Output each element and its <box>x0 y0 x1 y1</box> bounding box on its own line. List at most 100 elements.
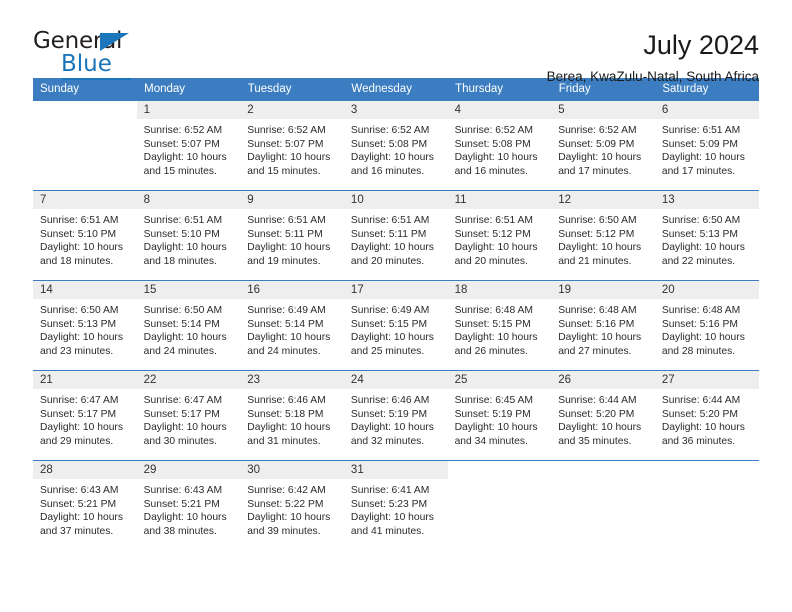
calendar-day-cell[interactable]: 15 Sunrise: 6:50 AM Sunset: 5:14 PM Dayligh… <box>136 280 241 371</box>
daylight-text: Daylight: 10 hours and 18 minutes. <box>40 242 123 267</box>
daylight-text: Daylight: 10 hours and 15 minutes. <box>247 152 331 177</box>
sunrise-text: Sunrise: 6:46 AM <box>247 395 326 406</box>
day-number: 4 <box>447 101 552 119</box>
calendar-day-cell[interactable]: 3 Sunrise: 6:52 AM Sunset: 5:08 PM Daylight… <box>343 100 448 191</box>
sunrise-text: Sunrise: 6:45 AM <box>454 395 533 406</box>
calendar-day-cell[interactable]: 14 Sunrise: 6:50 AM Sunset: 5:13 PM Dayligh… <box>33 280 137 371</box>
sunset-text: Sunset: 5:07 PM <box>143 138 220 150</box>
weekday-header-monday: Monday <box>136 78 241 101</box>
calendar-day-cell[interactable]: 6 Sunrise: 6:51 AM Sunset: 5:09 PM Daylight… <box>654 100 759 191</box>
sunrise-text: Sunrise: 6:52 AM <box>143 125 223 136</box>
calendar-week-row: 28 Sunrise: 6:43 AM Sunset: 5:21 PM Dayligh… <box>33 460 759 550</box>
calendar-day-cell[interactable]: 1 Sunrise: 6:52 AM Sunset: 5:07 PM Daylight… <box>136 100 241 191</box>
calendar-day-cell[interactable]: 8 Sunrise: 6:51 AM Sunset: 5:10 PM Daylight… <box>136 190 241 281</box>
sunset-text: Sunset: 5:16 PM <box>558 318 635 330</box>
calendar-cell-empty <box>551 460 655 550</box>
day-number: 2 <box>240 101 344 119</box>
day-details: Sunrise: 6:45 AM Sunset: 5:19 PM Daylight:… <box>448 389 552 448</box>
sunset-text: Sunset: 5:09 PM <box>661 138 738 150</box>
sunrise-text: Sunrise: 6:49 AM <box>350 305 430 316</box>
generalblue-logo[interactable]: General Blue <box>33 28 163 80</box>
calendar-day-cell[interactable]: 25 Sunrise: 6:45 AM Sunset: 5:19 PM Dayligh… <box>447 370 552 461</box>
day-number: 6 <box>654 101 759 119</box>
calendar-day-cell[interactable]: 23 Sunrise: 6:46 AM Sunset: 5:18 PM Dayligh… <box>240 370 344 461</box>
daylight-text: Daylight: 10 hours and 25 minutes. <box>350 332 434 357</box>
day-number: 5 <box>551 101 655 119</box>
sunset-text: Sunset: 5:14 PM <box>143 318 220 330</box>
calendar-day-cell[interactable]: 19 Sunrise: 6:48 AM Sunset: 5:16 PM Dayligh… <box>551 280 655 371</box>
calendar-day-cell[interactable]: 26 Sunrise: 6:44 AM Sunset: 5:20 PM Dayligh… <box>551 370 655 461</box>
day-details: Sunrise: 6:48 AM Sunset: 5:16 PM Daylight:… <box>655 299 759 358</box>
page-title: July 2024 <box>643 30 759 60</box>
calendar-day-cell[interactable]: 16 Sunrise: 6:49 AM Sunset: 5:14 PM Dayligh… <box>240 280 344 371</box>
calendar-week-row: 14 Sunrise: 6:50 AM Sunset: 5:13 PM Dayligh… <box>33 280 759 371</box>
sunrise-text: Sunrise: 6:50 AM <box>558 215 637 226</box>
calendar-day-cell[interactable]: 4 Sunrise: 6:52 AM Sunset: 5:08 PM Daylight… <box>447 100 552 191</box>
sunset-text: Sunset: 5:18 PM <box>247 408 324 420</box>
sunset-text: Sunset: 5:19 PM <box>454 408 531 420</box>
calendar-day-cell[interactable]: 28 Sunrise: 6:43 AM Sunset: 5:21 PM Dayligh… <box>33 460 137 550</box>
sunrise-text: Sunrise: 6:50 AM <box>143 305 223 316</box>
calendar-day-cell[interactable]: 29 Sunrise: 6:43 AM Sunset: 5:21 PM Dayligh… <box>136 460 241 550</box>
sunset-text: Sunset: 5:10 PM <box>143 228 220 240</box>
calendar-day-cell[interactable]: 11 Sunrise: 6:51 AM Sunset: 5:12 PM Dayligh… <box>447 190 552 281</box>
day-number: 25 <box>447 371 552 389</box>
day-details: Sunrise: 6:51 AM Sunset: 5:11 PM Daylight:… <box>240 209 344 268</box>
sunset-text: Sunset: 5:16 PM <box>661 318 738 330</box>
daylight-text: Daylight: 10 hours and 31 minutes. <box>247 422 331 447</box>
daylight-text: Daylight: 10 hours and 15 minutes. <box>143 152 227 177</box>
daylight-text: Daylight: 10 hours and 19 minutes. <box>247 242 331 267</box>
calendar-week-row: 1 Sunrise: 6:52 AM Sunset: 5:07 PM Daylight… <box>33 100 759 191</box>
calendar-day-cell[interactable]: 24 Sunrise: 6:46 AM Sunset: 5:19 PM Dayligh… <box>343 370 448 461</box>
calendar-day-cell[interactable]: 22 Sunrise: 6:47 AM Sunset: 5:17 PM Dayligh… <box>136 370 241 461</box>
day-details: Sunrise: 6:52 AM Sunset: 5:07 PM Daylight:… <box>137 119 241 178</box>
daylight-text: Daylight: 10 hours and 18 minutes. <box>143 242 227 267</box>
sunset-text: Sunset: 5:13 PM <box>661 228 738 240</box>
calendar-day-cell[interactable]: 7 Sunrise: 6:51 AM Sunset: 5:10 PM Daylight… <box>33 190 137 281</box>
page-subtitle: Berea, KwaZulu-Natal, South Africa <box>546 69 759 85</box>
calendar-day-cell[interactable]: 10 Sunrise: 6:51 AM Sunset: 5:11 PM Dayligh… <box>343 190 448 281</box>
daylight-text: Daylight: 10 hours and 24 minutes. <box>247 332 331 357</box>
day-details: Sunrise: 6:43 AM Sunset: 5:21 PM Daylight:… <box>137 479 241 538</box>
weekday-header-tuesday: Tuesday <box>240 78 345 101</box>
calendar-day-cell[interactable]: 30 Sunrise: 6:42 AM Sunset: 5:22 PM Dayligh… <box>240 460 344 550</box>
day-number: 19 <box>551 281 655 299</box>
daylight-text: Daylight: 10 hours and 21 minutes. <box>558 242 642 267</box>
day-details: Sunrise: 6:52 AM Sunset: 5:08 PM Daylight:… <box>448 119 552 178</box>
day-number <box>447 461 552 479</box>
calendar-day-cell[interactable]: 20 Sunrise: 6:48 AM Sunset: 5:16 PM Dayligh… <box>654 280 759 371</box>
calendar-day-cell[interactable]: 12 Sunrise: 6:50 AM Sunset: 5:12 PM Dayligh… <box>551 190 655 281</box>
calendar-day-cell[interactable]: 5 Sunrise: 6:52 AM Sunset: 5:09 PM Daylight… <box>551 100 655 191</box>
sunrise-text: Sunrise: 6:41 AM <box>350 485 430 496</box>
calendar-day-cell[interactable]: 9 Sunrise: 6:51 AM Sunset: 5:11 PM Daylight… <box>240 190 344 281</box>
calendar-day-cell[interactable]: 13 Sunrise: 6:50 AM Sunset: 5:13 PM Dayligh… <box>654 190 759 281</box>
calendar-day-cell[interactable]: 18 Sunrise: 6:48 AM Sunset: 5:15 PM Dayligh… <box>447 280 552 371</box>
sunrise-text: Sunrise: 6:52 AM <box>350 125 430 136</box>
sunrise-text: Sunrise: 6:49 AM <box>247 305 326 316</box>
day-number: 3 <box>343 101 448 119</box>
daylight-text: Daylight: 10 hours and 17 minutes. <box>661 152 745 177</box>
calendar-day-cell[interactable]: 31 Sunrise: 6:41 AM Sunset: 5:23 PM Dayligh… <box>343 460 448 550</box>
calendar-cell-empty <box>33 100 137 191</box>
calendar-day-cell[interactable]: 17 Sunrise: 6:49 AM Sunset: 5:15 PM Dayligh… <box>343 280 448 371</box>
sunrise-text: Sunrise: 6:52 AM <box>558 125 637 136</box>
day-number: 1 <box>136 101 241 119</box>
calendar-day-cell[interactable]: 27 Sunrise: 6:44 AM Sunset: 5:20 PM Dayligh… <box>654 370 759 461</box>
logo-text-blue: Blue <box>61 51 112 77</box>
sunrise-text: Sunrise: 6:51 AM <box>661 125 741 136</box>
day-details: Sunrise: 6:49 AM Sunset: 5:14 PM Daylight:… <box>240 299 344 358</box>
calendar-day-cell[interactable]: 2 Sunrise: 6:52 AM Sunset: 5:07 PM Daylight… <box>240 100 344 191</box>
sunset-text: Sunset: 5:13 PM <box>40 318 117 330</box>
sunset-text: Sunset: 5:21 PM <box>40 498 117 510</box>
sunset-text: Sunset: 5:19 PM <box>350 408 428 420</box>
sunset-text: Sunset: 5:08 PM <box>350 138 428 150</box>
day-number: 31 <box>343 461 448 479</box>
day-details: Sunrise: 6:52 AM Sunset: 5:07 PM Daylight:… <box>240 119 344 178</box>
day-number: 20 <box>654 281 759 299</box>
sunrise-text: Sunrise: 6:46 AM <box>350 395 430 406</box>
calendar-body: 1 Sunrise: 6:52 AM Sunset: 5:07 PM Daylight… <box>33 100 759 550</box>
calendar-day-cell[interactable]: 21 Sunrise: 6:47 AM Sunset: 5:17 PM Dayligh… <box>33 370 137 461</box>
daylight-text: Daylight: 10 hours and 20 minutes. <box>454 242 538 267</box>
sunrise-text: Sunrise: 6:42 AM <box>247 485 326 496</box>
daylight-text: Daylight: 10 hours and 36 minutes. <box>661 422 745 447</box>
